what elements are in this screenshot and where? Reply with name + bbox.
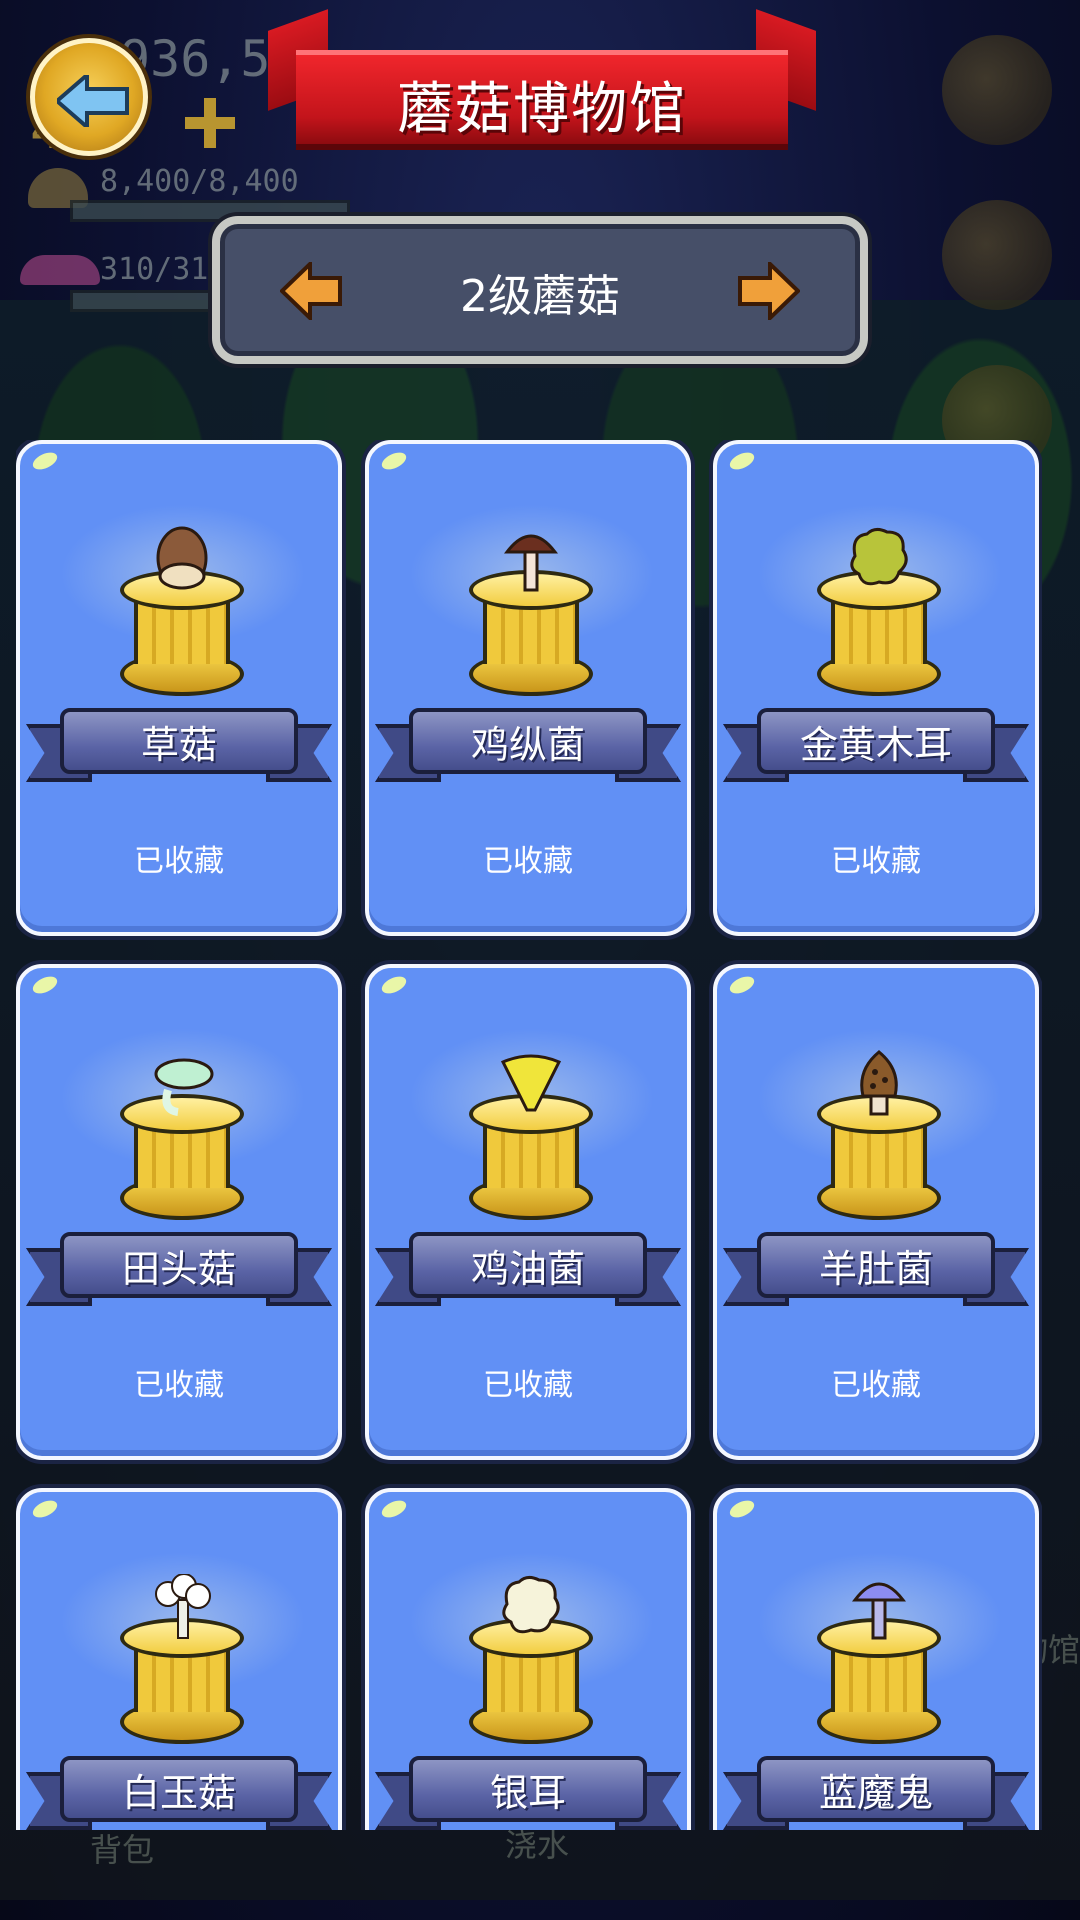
name-ribbon: 蓝魔鬼	[723, 1754, 1029, 1830]
spores-bar	[70, 290, 230, 312]
mushroom-grid: 草菇 已收藏 鸡纵菌 已收藏 金黄木耳 已收藏 田头菇 已收藏 鸡油菌 已收藏 …	[16, 440, 1042, 1830]
name-ribbon: 白玉菇	[26, 1754, 332, 1830]
name-ribbon: 金黄木耳	[723, 706, 1029, 786]
mushroom-card[interactable]: 田头菇 已收藏	[16, 964, 342, 1460]
bottom-bag-label: 背包	[90, 1831, 155, 1869]
pedestal	[817, 1578, 941, 1748]
page-title: 蘑菇博物馆	[397, 77, 687, 142]
collection-status: 已收藏	[134, 844, 224, 879]
name-ribbon: 鸡纵菌	[375, 706, 681, 786]
mushroom-icon	[860, 1050, 898, 1116]
pedestal	[120, 1574, 244, 1748]
plus-icon	[185, 98, 235, 148]
mushroom-icon	[500, 1054, 562, 1112]
name-ribbon: 银耳	[375, 1754, 681, 1830]
wrench-icon	[942, 35, 1052, 145]
mushroom-icon	[503, 534, 559, 592]
stat-capacity: 8,400/8,400	[100, 164, 299, 199]
mushroom-name: 金黄木耳	[799, 723, 952, 767]
mushroom-card[interactable]: 草菇 已收藏	[16, 440, 342, 936]
stat-spores: 310/31	[100, 252, 209, 287]
collection-status: 已收藏	[134, 1368, 224, 1403]
name-ribbon: 草菇	[26, 706, 332, 786]
pedestal	[120, 526, 244, 700]
collection-status: 已收藏	[831, 844, 921, 879]
mushroom-card[interactable]: 金黄木耳 已收藏	[713, 440, 1039, 936]
name-ribbon: 鸡油菌	[375, 1230, 681, 1310]
mushroom-name: 银耳	[489, 1771, 566, 1815]
mushroom-icon	[156, 526, 208, 590]
collection-status: 已收藏	[483, 1368, 573, 1403]
mushroom-card[interactable]: 鸡纵菌 已收藏	[365, 440, 691, 936]
mushroom-card[interactable]: 蓝魔鬼	[713, 1488, 1039, 1830]
pedestal	[469, 530, 593, 700]
mushroom-card[interactable]: 白玉菇	[16, 1488, 342, 1830]
spore-stat-icon	[20, 255, 100, 285]
pedestal	[817, 1050, 941, 1224]
pedestal	[817, 527, 941, 700]
collection-status: 已收藏	[831, 1368, 921, 1403]
mushroom-icon	[502, 1575, 560, 1634]
mushroom-name: 白玉菇	[121, 1771, 236, 1815]
mushroom-card[interactable]: 羊肚菌 已收藏	[713, 964, 1039, 1460]
collection-status: 已收藏	[483, 844, 573, 879]
mushroom-name: 鸡油菌	[470, 1247, 585, 1291]
name-ribbon: 羊肚菌	[723, 1230, 1029, 1310]
level-selector: 2级蘑菇	[212, 216, 868, 364]
mushroom-name: 羊肚菌	[818, 1247, 933, 1291]
mushroom-icon	[155, 1574, 211, 1639]
mushroom-name: 草菇	[140, 723, 217, 767]
mushroom-name: 蓝魔鬼	[818, 1771, 933, 1815]
mushroom-icon	[154, 1058, 214, 1116]
mushroom-icon	[851, 1582, 907, 1640]
pedestal	[120, 1054, 244, 1224]
title-banner: 蘑菇博物馆	[268, 9, 816, 160]
mushroom-card[interactable]: 鸡油菌 已收藏	[365, 964, 691, 1460]
mushroom-icon	[850, 527, 908, 586]
mushroom-name: 田头菇	[121, 1247, 236, 1291]
mushroom-name: 鸡纵菌	[470, 723, 585, 767]
name-ribbon: 田头菇	[26, 1230, 332, 1310]
trophy-icon	[942, 200, 1052, 310]
next-level-button[interactable]	[738, 262, 800, 320]
back-button[interactable]	[30, 38, 148, 156]
arrow-left-icon	[57, 75, 129, 127]
pedestal	[469, 1575, 593, 1748]
pedestal	[469, 1054, 593, 1224]
mushroom-card[interactable]: 银耳	[365, 1488, 691, 1830]
